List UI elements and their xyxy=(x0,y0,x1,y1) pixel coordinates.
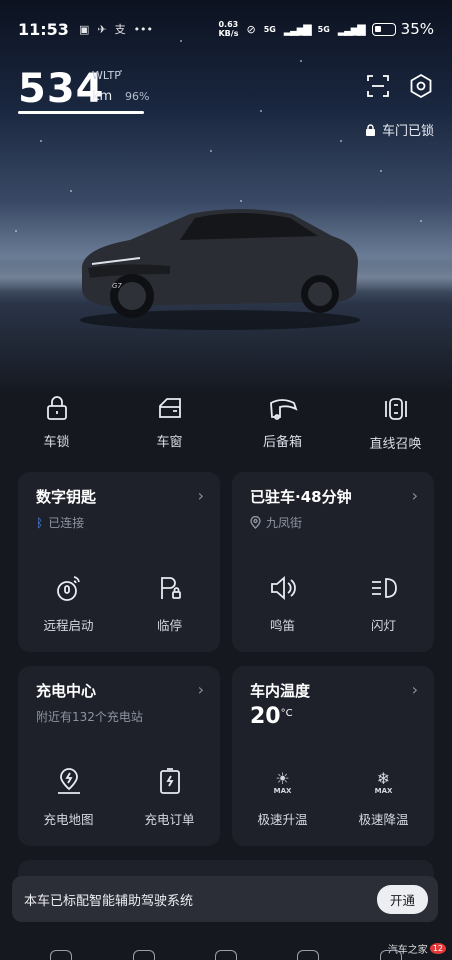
card-subtitle: 九凤街 xyxy=(250,514,302,531)
chevron-right-icon[interactable]: › xyxy=(198,680,204,699)
quick-actions: 车锁 车窗 后备箱 直线召唤 xyxy=(0,395,452,452)
adas-banner: 本车已标配智能辅助驾驶系统 开通 xyxy=(12,876,438,922)
rapid-heat-button[interactable]: ☀ MAX 极速升温 xyxy=(232,769,333,828)
window-icon xyxy=(158,398,181,418)
card-subtitle: ᛒ 已连接 xyxy=(36,515,85,531)
remote-start-button[interactable]: 远程启动 xyxy=(18,573,119,634)
headlight-icon xyxy=(371,578,397,598)
banner-text: 本车已标配智能辅助驾驶系统 xyxy=(24,893,194,909)
card-title: 已驻车·48分钟 xyxy=(250,488,352,506)
chevron-right-icon[interactable]: › xyxy=(412,680,418,699)
signal-icon-b: ▂▃▅▇ xyxy=(337,22,366,36)
notification-icon: ▣ xyxy=(78,22,90,36)
scan-icon[interactable] xyxy=(365,73,391,99)
settings-icon[interactable] xyxy=(408,73,434,99)
card-parking[interactable]: 已驻车·48分钟 › 九凤街 鸣笛 闪灯 xyxy=(232,472,434,652)
temp-parking-button[interactable]: 临停 xyxy=(119,573,220,634)
card-actions: ☀ MAX 极速升温 ❄ MAX 极速降温 xyxy=(232,769,434,828)
quick-action-window[interactable]: 车窗 xyxy=(113,395,226,452)
chevron-right-icon[interactable]: › xyxy=(198,486,204,505)
nav-car-icon[interactable] xyxy=(214,950,237,960)
card-actions: 远程启动 临停 xyxy=(18,573,220,634)
remote-start-icon xyxy=(56,576,80,601)
bottom-nav xyxy=(0,934,452,960)
range-standard: WLTP xyxy=(92,69,121,82)
card-subtitle: 附近有132个充电站 xyxy=(36,710,143,724)
parking-icon xyxy=(160,577,181,599)
quick-action-summon[interactable]: 直线召唤 xyxy=(339,395,452,452)
net-speed: 0.63 KB/s xyxy=(218,20,239,38)
door-lock-status: 车门已锁 xyxy=(365,120,434,139)
chevron-right-icon[interactable]: › xyxy=(412,486,418,505)
small-lock-icon xyxy=(365,123,375,136)
quick-action-trunk[interactable]: 后备箱 xyxy=(226,395,339,452)
card-actions: 充电地图 充电订单 xyxy=(18,767,220,828)
lock-icon xyxy=(46,396,67,420)
location-pin-icon xyxy=(250,516,261,529)
card-actions: 鸣笛 闪灯 xyxy=(232,573,434,634)
nav-home-icon[interactable] xyxy=(50,950,73,960)
summon-icon xyxy=(384,398,407,420)
nav-discover-icon[interactable] xyxy=(132,950,155,960)
watermark: 汽车之家 12 xyxy=(388,941,446,956)
status-bar: 11:53 ▣ ✈ 支 ••• 0.63 KB/s ⊘ 5G ▂▃▅▇ 5G ▂… xyxy=(0,0,452,58)
charging-orders-button[interactable]: 充电订单 xyxy=(119,767,220,828)
sun-max-icon: ☀ MAX xyxy=(273,769,292,796)
horn-button[interactable]: 鸣笛 xyxy=(232,573,333,634)
car-image: G7 xyxy=(80,209,360,330)
card-title: 数字钥匙 xyxy=(36,488,97,506)
status-time: 11:53 xyxy=(18,19,69,39)
rapid-cool-button[interactable]: ❄ MAX 极速降温 xyxy=(333,769,434,828)
flash-lights-button[interactable]: 闪灯 xyxy=(333,573,434,634)
range-unit: km xyxy=(92,89,113,104)
card-title: 充电中心 xyxy=(36,682,97,700)
status-right: 0.63 KB/s ⊘ 5G ▂▃▅▇ 5G ▂▃▅▇ 35% xyxy=(218,20,434,38)
signal-icon-a: ▂▃▅▇ xyxy=(283,22,312,36)
charging-order-icon xyxy=(159,768,180,794)
quick-action-lock[interactable]: 车锁 xyxy=(0,395,113,452)
alipay-icon: 支 xyxy=(114,23,126,36)
bluetooth-icon: ᛒ xyxy=(36,515,44,530)
card-title: 车内温度 xyxy=(250,682,311,700)
wifi-off-icon: ⊘ xyxy=(246,22,256,36)
trunk-icon xyxy=(269,399,298,420)
network-type-a: 5G xyxy=(263,24,276,34)
network-type-b: 5G xyxy=(317,24,330,34)
battery-indicator: 35% xyxy=(371,20,434,38)
car-badge: G7 xyxy=(112,282,122,290)
activate-button[interactable]: 开通 xyxy=(376,884,428,914)
battery-percent: 96% xyxy=(125,90,150,103)
range-display: 534 WLTP km 96% xyxy=(18,66,149,112)
card-digital-key[interactable]: 数字钥匙 › ᛒ 已连接 远程启动 临停 xyxy=(18,472,220,652)
snowflake-max-icon: ❄ MAX xyxy=(374,769,393,796)
app-notification-icon: ✈ xyxy=(97,22,107,36)
cabin-temperature: 20°C xyxy=(250,704,293,729)
charging-map-button[interactable]: 充电地图 xyxy=(18,767,119,828)
more-dots-icon: ••• xyxy=(133,22,154,36)
horn-icon xyxy=(270,576,296,600)
nav-shop-icon[interactable] xyxy=(297,950,320,960)
card-charging[interactable]: 充电中心 › 附近有132个充电站 充电地图 充电订单 xyxy=(18,666,220,846)
battery-icon xyxy=(371,22,396,36)
card-climate[interactable]: 车内温度 › 20°C ☀ MAX 极速升温 ❄ MAX 极速降温 xyxy=(232,666,434,846)
range-underline xyxy=(18,111,144,114)
charging-map-icon xyxy=(57,768,80,794)
